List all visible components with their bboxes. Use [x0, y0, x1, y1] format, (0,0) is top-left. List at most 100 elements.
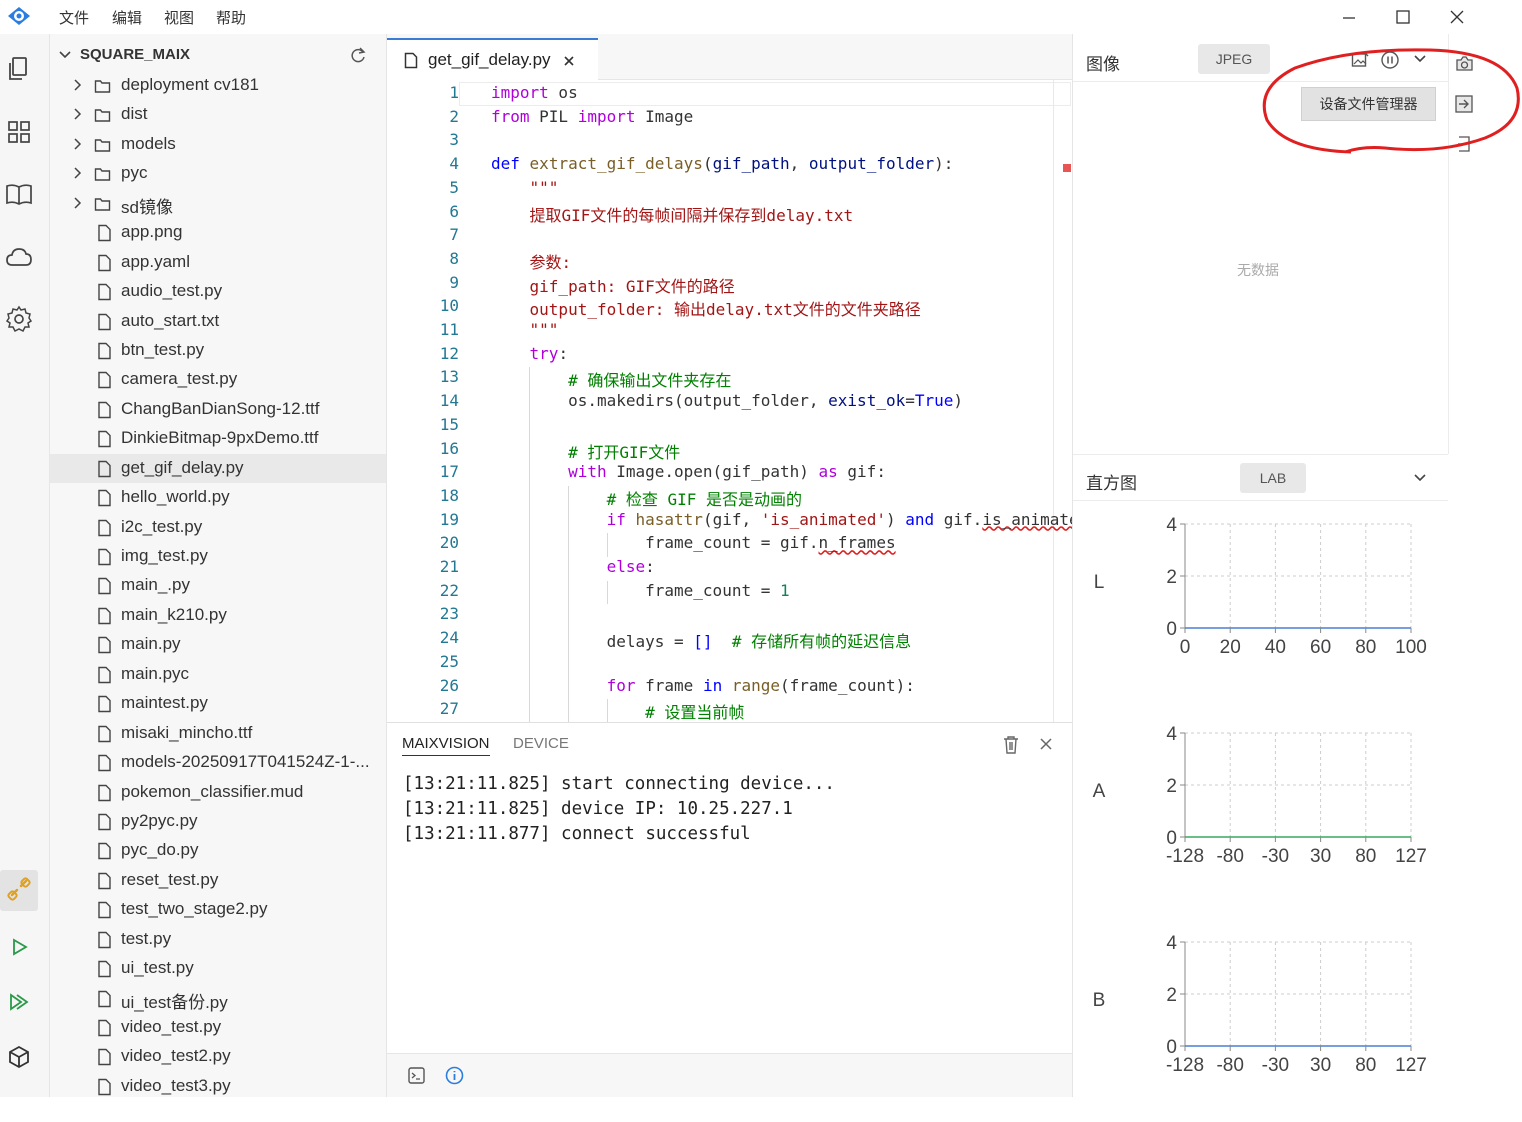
tree-file[interactable]: ui_test备份.py — [50, 984, 386, 1013]
tree-file[interactable]: test.py — [50, 925, 386, 954]
tree-file[interactable]: DinkieBitmap-9pxDemo.ttf — [50, 424, 386, 453]
line-number: 24 — [439, 628, 459, 648]
y-tick-label: 2 — [1166, 985, 1177, 1006]
indent-guide — [607, 580, 608, 605]
tree-file[interactable]: pokemon_classifier.mud — [50, 778, 386, 807]
tree-folder[interactable]: deployment cv181 — [50, 71, 386, 100]
code-line: 21 else: — [387, 557, 1072, 581]
code-line: 27 # 设置当前帧 — [387, 699, 1072, 722]
package-icon[interactable] — [4, 1042, 34, 1072]
file-label: hello_world.py — [121, 487, 230, 507]
menu-edit[interactable]: 编辑 — [112, 7, 142, 28]
tree-file[interactable]: main_.py — [50, 571, 386, 600]
tree-file[interactable]: video_test.py — [50, 1013, 386, 1042]
tree-file[interactable]: test_two_stage2.py — [50, 895, 386, 924]
folder-label: pyc — [121, 163, 148, 183]
close-window-icon[interactable] — [1444, 4, 1470, 30]
file-label: img_test.py — [121, 546, 208, 565]
tree-file[interactable]: video_test2.py — [50, 1042, 386, 1071]
indent-guide — [607, 699, 608, 722]
maximize-icon[interactable] — [1390, 4, 1416, 30]
tree-file[interactable]: main_k210.py — [50, 601, 386, 630]
tree-file[interactable]: audio_test.py — [50, 277, 386, 306]
line-number: 20 — [439, 533, 459, 553]
tree-file[interactable]: auto_start.txt — [50, 307, 386, 336]
code-line: 20 frame_count = gif.n_frames — [387, 533, 1072, 557]
line-number: 23 — [439, 604, 459, 624]
tree-file[interactable]: btn_test.py — [50, 336, 386, 365]
trash-icon[interactable] — [1002, 735, 1020, 755]
minimize-icon[interactable] — [1336, 4, 1362, 30]
run-project-icon[interactable] — [4, 987, 34, 1017]
code-line: 7 — [387, 225, 1072, 249]
tree-file[interactable]: main.py — [50, 630, 386, 659]
chevron-down-icon[interactable] — [58, 48, 72, 62]
tree-file[interactable]: py2pyc.py — [50, 807, 386, 836]
tab-get-gif-delay[interactable]: get_gif_delay.py — [387, 38, 598, 80]
code-editor[interactable]: 1 import os 2 from PIL import Image 3 4 def ex… — [387, 80, 1072, 722]
tree-file[interactable]: pyc_do.py — [50, 836, 386, 865]
file-label: pyc_do.py — [121, 840, 199, 860]
tree-file[interactable]: hello_world.py — [50, 483, 386, 512]
preview-panel: 图像 JPEG 无数据 直方图 LAB 4 2 0 0 20 40 60 80 … — [1072, 34, 1473, 1097]
file-tree: deployment cv181 dist models pyc sd镜像 app.png… — [50, 71, 387, 1101]
tree-folder[interactable]: pyc — [50, 159, 386, 188]
book-icon[interactable] — [4, 179, 34, 209]
connect-device-button[interactable] — [0, 870, 38, 911]
y-tick-label: 4 — [1166, 933, 1177, 954]
file-label: py2pyc.py — [121, 810, 198, 830]
info-icon[interactable] — [445, 1066, 464, 1085]
terminal-icon[interactable] — [408, 1067, 425, 1084]
line-number: 8 — [449, 248, 459, 268]
code-text: def extract_gif_delays(gif_path, output_… — [491, 154, 954, 174]
tree-file[interactable]: app.png — [50, 218, 386, 247]
tree-file[interactable]: reset_test.py — [50, 866, 386, 895]
chevron-down-icon[interactable] — [1413, 473, 1427, 483]
code-text: """ — [529, 177, 559, 197]
explorer-files-icon[interactable] — [4, 54, 34, 84]
tree-file[interactable]: camera_test.py — [50, 365, 386, 394]
x-tick-label: -80 — [1216, 1055, 1243, 1076]
tree-folder[interactable]: dist — [50, 100, 386, 129]
tab-maixvision[interactable]: MAIXVISION — [402, 735, 490, 756]
tree-file[interactable]: misaki_mincho.ttf — [50, 719, 386, 748]
menu-file[interactable]: 文件 — [59, 7, 89, 28]
menu-help[interactable]: 帮助 — [216, 7, 246, 28]
close-tab-icon[interactable] — [563, 55, 575, 67]
file-icon — [404, 52, 418, 69]
extensions-grid-icon[interactable] — [4, 117, 34, 147]
tree-folder[interactable]: sd镜像 — [50, 189, 386, 218]
tree-file[interactable]: app.yaml — [50, 248, 386, 277]
refresh-icon[interactable] — [349, 46, 367, 64]
run-icon[interactable] — [4, 932, 34, 962]
settings-gear-icon[interactable] — [4, 304, 34, 334]
tree-file[interactable]: maintest.py — [50, 689, 386, 718]
tree-file[interactable]: ChangBanDianSong-12.ttf — [50, 395, 386, 424]
code-text: 提取GIF文件的每帧间隔并保存到delay.txt — [529, 205, 854, 225]
tree-file[interactable]: i2c_test.py — [50, 513, 386, 542]
y-tick-label: 0 — [1166, 619, 1177, 640]
x-tick-label: 30 — [1310, 846, 1331, 867]
menu-view[interactable]: 视图 — [164, 7, 194, 28]
tab-device[interactable]: DEVICE — [513, 735, 569, 752]
cloud-icon[interactable] — [4, 242, 34, 272]
line-number: 2 — [449, 106, 459, 126]
tree-file[interactable]: main.pyc — [50, 660, 386, 689]
file-label: ChangBanDianSong-12.ttf — [121, 398, 320, 418]
tree-file[interactable]: ui_test.py — [50, 954, 386, 983]
histogram-mode-pill[interactable]: LAB — [1240, 463, 1306, 493]
line-number: 17 — [439, 462, 459, 482]
close-panel-icon[interactable] — [1039, 737, 1053, 751]
tree-file[interactable]: img_test.py — [50, 542, 386, 571]
code-text: """ — [529, 320, 559, 339]
code-line: 12 try: — [387, 344, 1072, 368]
section-divider — [1073, 454, 1448, 455]
tree-file[interactable]: get_gif_delay.py — [50, 453, 386, 484]
x-tick-label: 127 — [1395, 1055, 1427, 1076]
code-text: # 确保输出文件夹存在 — [568, 371, 732, 391]
tree-folder[interactable]: models — [50, 130, 386, 159]
code-line: 9 gif_path: GIF文件的路径 — [387, 273, 1072, 297]
code-line: 3 — [387, 130, 1072, 154]
tree-file[interactable]: models-20250917T041524Z-1-... — [50, 748, 386, 777]
file-icon — [98, 283, 111, 301]
